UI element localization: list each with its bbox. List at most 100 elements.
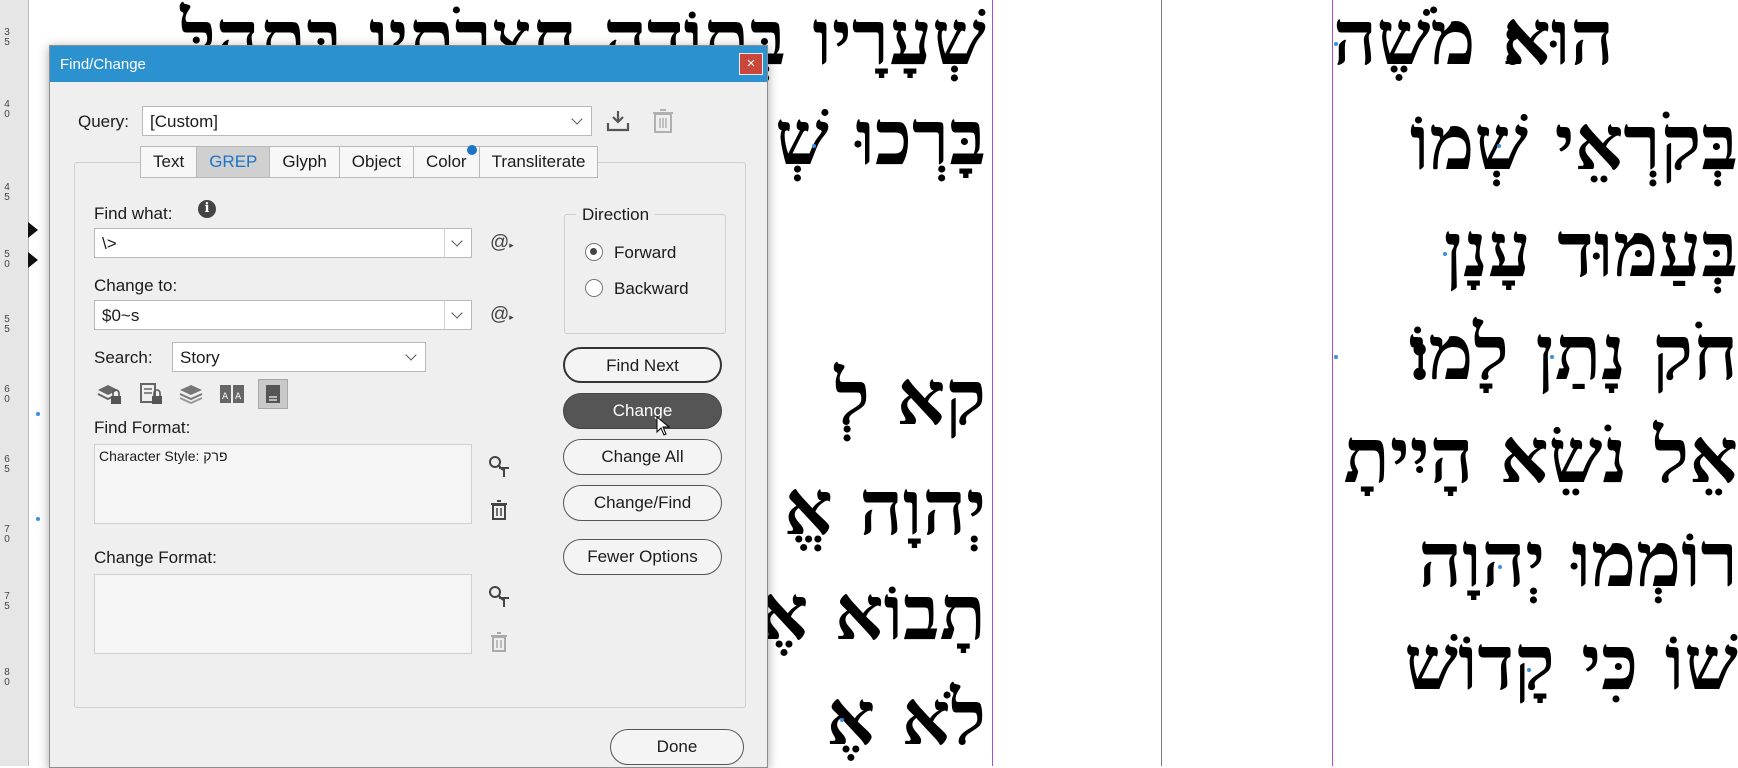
change-format-box[interactable] — [94, 574, 472, 654]
space-marker — [1443, 252, 1447, 256]
hebrew-text-line: אֵל נֹשֵׂא הָיִיתָ — [1343, 411, 1738, 500]
ruler-label: 5 — [4, 37, 10, 48]
delete-query-icon — [652, 108, 674, 134]
tab-bar: Text GREP Glyph Object Color Translitera… — [140, 145, 599, 178]
close-button[interactable]: × — [739, 53, 763, 75]
ruler-label: 5 — [4, 324, 10, 335]
search-scope-select[interactable]: Story — [172, 342, 426, 372]
tab-grep[interactable]: GREP — [197, 147, 271, 177]
chevron-down-icon[interactable] — [444, 301, 471, 329]
space-marker — [1498, 565, 1502, 569]
info-icon[interactable]: i — [198, 200, 216, 218]
ruler-label: 0 — [4, 259, 10, 270]
change-find-button[interactable]: Change/Find — [563, 485, 722, 521]
find-format-box[interactable]: Character Style: פרק — [94, 444, 472, 524]
include-master-pages-icon[interactable]: AA — [217, 379, 247, 409]
find-next-button[interactable]: Find Next — [563, 347, 722, 383]
hebrew-text-line: בְּעַמּוּד עָנָן — [1443, 205, 1738, 294]
space-marker — [1334, 355, 1338, 359]
hebrew-text-line: תָבוֹא אֶ — [759, 568, 986, 657]
find-what-label: Find what: — [94, 204, 173, 223]
clear-change-format-icon — [487, 630, 511, 654]
space-marker — [812, 144, 816, 148]
done-button[interactable]: Done — [610, 729, 744, 765]
ruler-label: 0 — [4, 109, 10, 120]
space-marker — [1550, 355, 1554, 359]
query-value: [Custom] — [150, 112, 219, 131]
forward-label: Forward — [614, 243, 677, 262]
specify-change-format-icon[interactable] — [487, 584, 511, 608]
include-footnotes-icon[interactable] — [258, 379, 288, 409]
ruler-label: 0 — [4, 394, 10, 405]
hebrew-text-line: חֹק נָתַן לָמוֹ׃ — [1408, 308, 1738, 397]
find-what-input[interactable]: \> — [94, 228, 472, 258]
hebrew-text-line: לֹא אֶ — [826, 673, 986, 762]
ruler-label: 5 — [4, 464, 10, 475]
search-label: Search: — [94, 348, 153, 367]
space-marker — [1334, 42, 1338, 46]
specify-find-format-icon[interactable] — [487, 454, 511, 478]
ruler-label: 5 — [4, 192, 10, 203]
tab-transliterate[interactable]: Transliterate — [480, 147, 598, 177]
hebrew-text-line: רוֹמְמוּ יְהוָה — [1418, 515, 1738, 604]
chevron-down-icon — [399, 343, 425, 371]
hebrew-text-line: בָּרְכוּ שְׁ — [775, 93, 986, 182]
ruler-label: 0 — [4, 677, 10, 688]
forward-radio[interactable] — [585, 243, 603, 261]
query-select[interactable]: [Custom] — [142, 106, 592, 136]
tab-object[interactable]: Object — [340, 147, 414, 177]
ruler-label: 0 — [4, 534, 10, 545]
include-hidden-layers-icon[interactable] — [176, 379, 206, 409]
fewer-options-button[interactable]: Fewer Options — [563, 539, 722, 575]
tab-glyph[interactable]: Glyph — [270, 147, 340, 177]
direction-group — [564, 214, 726, 334]
hebrew-text-line: הוּא׃ מֹשֶׁה — [1333, 0, 1614, 82]
backward-label: Backward — [614, 279, 689, 298]
query-label: Query: — [78, 112, 130, 131]
clear-find-format-icon[interactable] — [487, 498, 511, 522]
direction-label: Direction — [576, 205, 656, 225]
tab-text[interactable]: Text — [141, 147, 198, 177]
dialog-titlebar[interactable]: Find/Change × — [50, 46, 767, 82]
space-marker — [36, 412, 40, 416]
at-icon: @ — [490, 304, 510, 325]
change-to-input[interactable]: $0~s — [94, 300, 472, 330]
change-to-value: $0~s — [102, 306, 140, 325]
include-locked-layers-icon[interactable] — [94, 379, 124, 409]
save-query-icon[interactable] — [605, 108, 631, 134]
hebrew-text-line: יְהוָה אֱ — [783, 463, 986, 552]
change-format-label: Change Format: — [94, 548, 217, 567]
hebrew-text-line: בְּקֹרְאֵי שְׁמוֹ — [1409, 98, 1738, 187]
find-format-value: Character Style: פרק — [99, 448, 228, 464]
dialog-title: Find/Change — [60, 56, 146, 73]
mouse-cursor-icon — [656, 415, 671, 436]
backward-radio[interactable] — [585, 279, 603, 297]
chevron-down-icon[interactable] — [444, 229, 471, 257]
chevron-down-icon — [565, 107, 591, 135]
indicator-dot — [466, 145, 477, 155]
hebrew-text-line: שׁוֹ כִּי קָדוֹשׁ — [1404, 618, 1738, 707]
special-characters-change-button[interactable]: @▸ — [490, 304, 514, 326]
column-guide — [992, 0, 993, 766]
vertical-ruler[interactable]: 3 5 4 0 4 5 5 0 5 5 6 0 6 5 7 0 7 5 8 0 — [0, 0, 29, 766]
change-to-label: Change to: — [94, 276, 178, 295]
svg-text:A: A — [235, 392, 242, 402]
change-button[interactable]: Change — [563, 393, 722, 429]
special-characters-find-button[interactable]: @▸ — [490, 232, 514, 254]
find-change-dialog[interactable]: Find/Change × Query: [Custom] Text GREP … — [49, 45, 768, 768]
right-text-frame[interactable]: הוּא׃ מֹשֶׁה בְּקֹרְאֵי שְׁמוֹ בְּעַמּוּ… — [1333, 0, 1738, 766]
space-marker — [36, 517, 40, 521]
hebrew-text-line: קא לְ — [834, 353, 986, 442]
at-icon: @ — [490, 232, 510, 253]
space-marker — [1527, 668, 1531, 672]
space-marker — [1497, 144, 1501, 148]
find-what-value: \> — [102, 234, 117, 253]
tab-color[interactable]: Color — [414, 145, 480, 177]
page-edge — [1161, 0, 1162, 766]
svg-text:A: A — [222, 392, 229, 402]
include-locked-stories-icon[interactable] — [135, 379, 165, 409]
find-format-label: Find Format: — [94, 418, 191, 437]
tab-color-label: Color — [425, 152, 467, 171]
change-all-button[interactable]: Change All — [563, 439, 722, 475]
search-scope-value: Story — [180, 348, 220, 367]
